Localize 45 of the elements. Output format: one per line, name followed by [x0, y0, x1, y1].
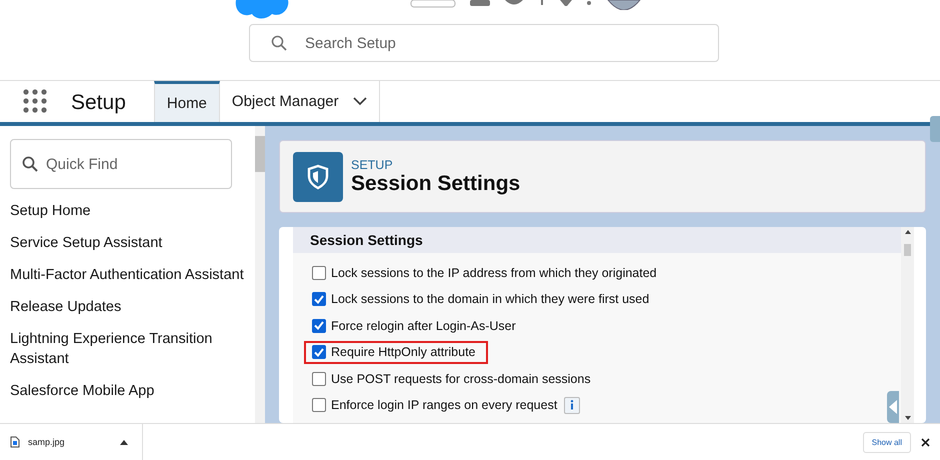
arrow-up-icon[interactable]: [904, 230, 910, 234]
shield-icon: [293, 152, 343, 202]
scrollbar[interactable]: [901, 227, 914, 423]
checkbox[interactable]: [312, 345, 326, 360]
chevron-up-icon[interactable]: [120, 440, 128, 444]
option-label: Force relogin after Login-As-User: [331, 318, 516, 333]
avatar-icon[interactable]: [606, 0, 642, 10]
download-filename[interactable]: samp.jpg: [28, 437, 112, 447]
file-icon: [10, 436, 20, 448]
sidebar-link[interactable]: Salesforce Mobile App: [10, 377, 245, 409]
info-icon[interactable]: [564, 396, 580, 414]
checkbox[interactable]: [312, 266, 326, 280]
quick-find-field[interactable]: Quick Find: [10, 139, 232, 189]
section-title: Session Settings: [310, 232, 423, 248]
close-icon[interactable]: [921, 438, 930, 446]
scrollbar[interactable]: [255, 126, 265, 423]
side-handle[interactable]: [930, 116, 940, 142]
search-field[interactable]: Search Setup: [249, 24, 719, 62]
option-label: Use POST requests for cross-domain sessions: [331, 372, 591, 386]
checkbox[interactable]: [312, 318, 326, 333]
scroll-thumb[interactable]: [255, 136, 265, 172]
sidebar-link[interactable]: Multi-Factor Authentication Assistant: [10, 261, 245, 293]
nav-tab[interactable]: Home: [154, 81, 220, 122]
sidebar-link[interactable]: Release Updates: [10, 293, 245, 325]
show-all-button[interactable]: Show all: [862, 432, 911, 452]
arrow-down-icon[interactable]: [904, 416, 910, 420]
option-label: Enforce login IP ranges on every request: [331, 398, 558, 412]
sidebar-link[interactable]: Setup Home: [10, 197, 245, 229]
app-name: Setup: [71, 91, 126, 116]
option-label: Lock sessions to the domain in which they were first used: [331, 292, 650, 306]
sidebar-link[interactable]: Lightning Experience Transition Assistant: [10, 325, 245, 377]
collapse-handle[interactable]: [887, 391, 899, 423]
search-icon: [22, 156, 38, 172]
breadcrumb-label: SETUP: [351, 158, 394, 172]
checkbox[interactable]: [312, 398, 326, 412]
search-icon: [271, 35, 287, 51]
chevron-down-icon: [352, 97, 367, 106]
option-label: Lock sessions to the IP address from which they originated: [331, 266, 657, 280]
scroll-thumb[interactable]: [904, 244, 911, 256]
option-label: Require HttpOnly attribute: [331, 345, 476, 360]
checkbox[interactable]: [312, 292, 326, 306]
app-launcher-icon[interactable]: [23, 89, 47, 113]
checkbox[interactable]: [312, 372, 326, 386]
sidebar-link[interactable]: Service Setup Assistant: [10, 229, 245, 261]
page-title: Session Settings: [351, 172, 520, 196]
